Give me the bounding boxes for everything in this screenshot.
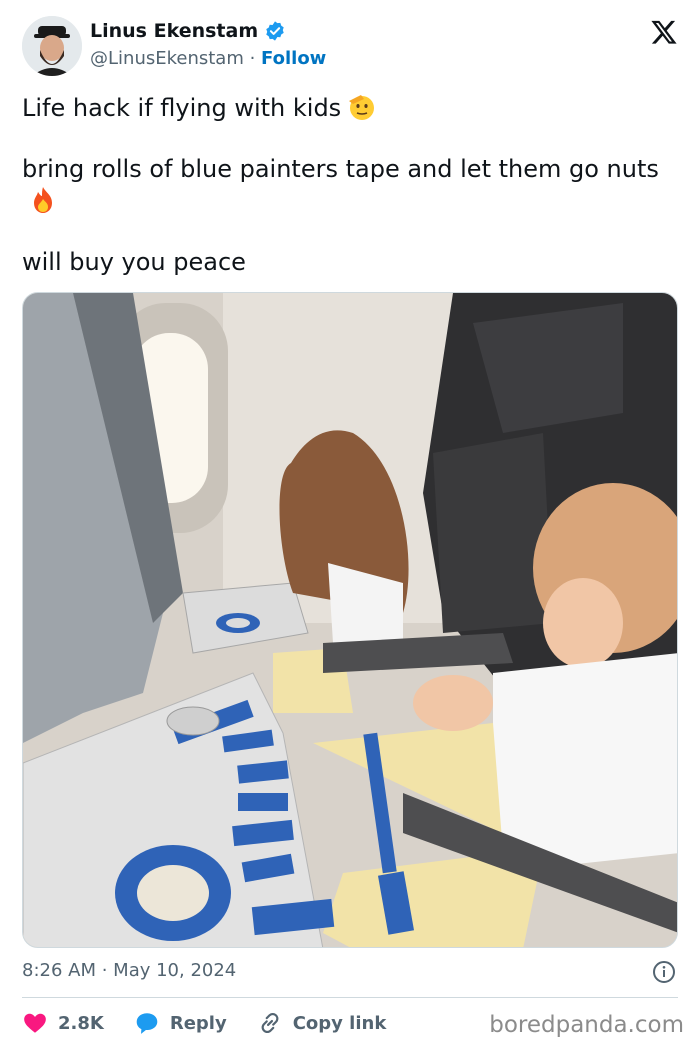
tweet-date: May 10, 2024 — [113, 960, 237, 981]
author-name-row: Linus Ekenstam — [90, 20, 286, 42]
tweet-line-2: bring rolls of blue painters tape and le… — [22, 154, 672, 217]
copy-link-label: Copy link — [292, 1012, 387, 1034]
tweet-timestamp[interactable]: 8:26 AM · May 10, 2024 — [22, 960, 236, 981]
tweet-time: 8:26 AM — [22, 960, 96, 981]
reply-label: Reply — [169, 1012, 227, 1034]
tweet-line-3: will buy you peace — [22, 248, 246, 276]
author-handle-row: @LinusEkenstam · Follow — [90, 48, 326, 69]
divider — [22, 997, 678, 998]
tweet-card: Linus Ekenstam @LinusEkenstam · Follow L… — [0, 0, 700, 1051]
copy-link-button[interactable]: Copy link — [257, 1010, 387, 1036]
tweet-photo[interactable] — [22, 292, 678, 948]
avatar[interactable] — [22, 16, 82, 76]
saluting-face-icon — [349, 95, 375, 120]
verified-badge-icon — [266, 21, 284, 41]
speech-bubble-icon — [136, 1013, 158, 1034]
fire-icon — [34, 187, 52, 213]
x-logo-icon[interactable] — [650, 18, 678, 46]
heart-icon — [24, 1013, 46, 1033]
like-button[interactable]: 2.8K — [22, 1010, 104, 1036]
info-icon[interactable] — [652, 960, 676, 984]
tweet-text: Life hack if flying with kids bring roll… — [22, 92, 672, 278]
link-icon — [261, 1012, 279, 1034]
reply-button[interactable]: Reply — [134, 1010, 227, 1036]
tweet-line-1: Life hack if flying with kids — [22, 92, 672, 124]
photo-two-kids-airplane-tape-icon — [23, 293, 677, 947]
watermark: boredpanda.com — [489, 1012, 684, 1038]
timestamp-separator: · — [96, 960, 114, 981]
likes-count: 2.8K — [58, 1012, 104, 1034]
handle-separator: · — [243, 48, 262, 69]
follow-button[interactable]: Follow — [261, 48, 326, 69]
tweet-actions: 2.8K Reply Copy link — [22, 1010, 386, 1036]
author-handle[interactable]: @LinusEkenstam — [90, 48, 244, 69]
author-display-name[interactable]: Linus Ekenstam — [90, 20, 258, 42]
